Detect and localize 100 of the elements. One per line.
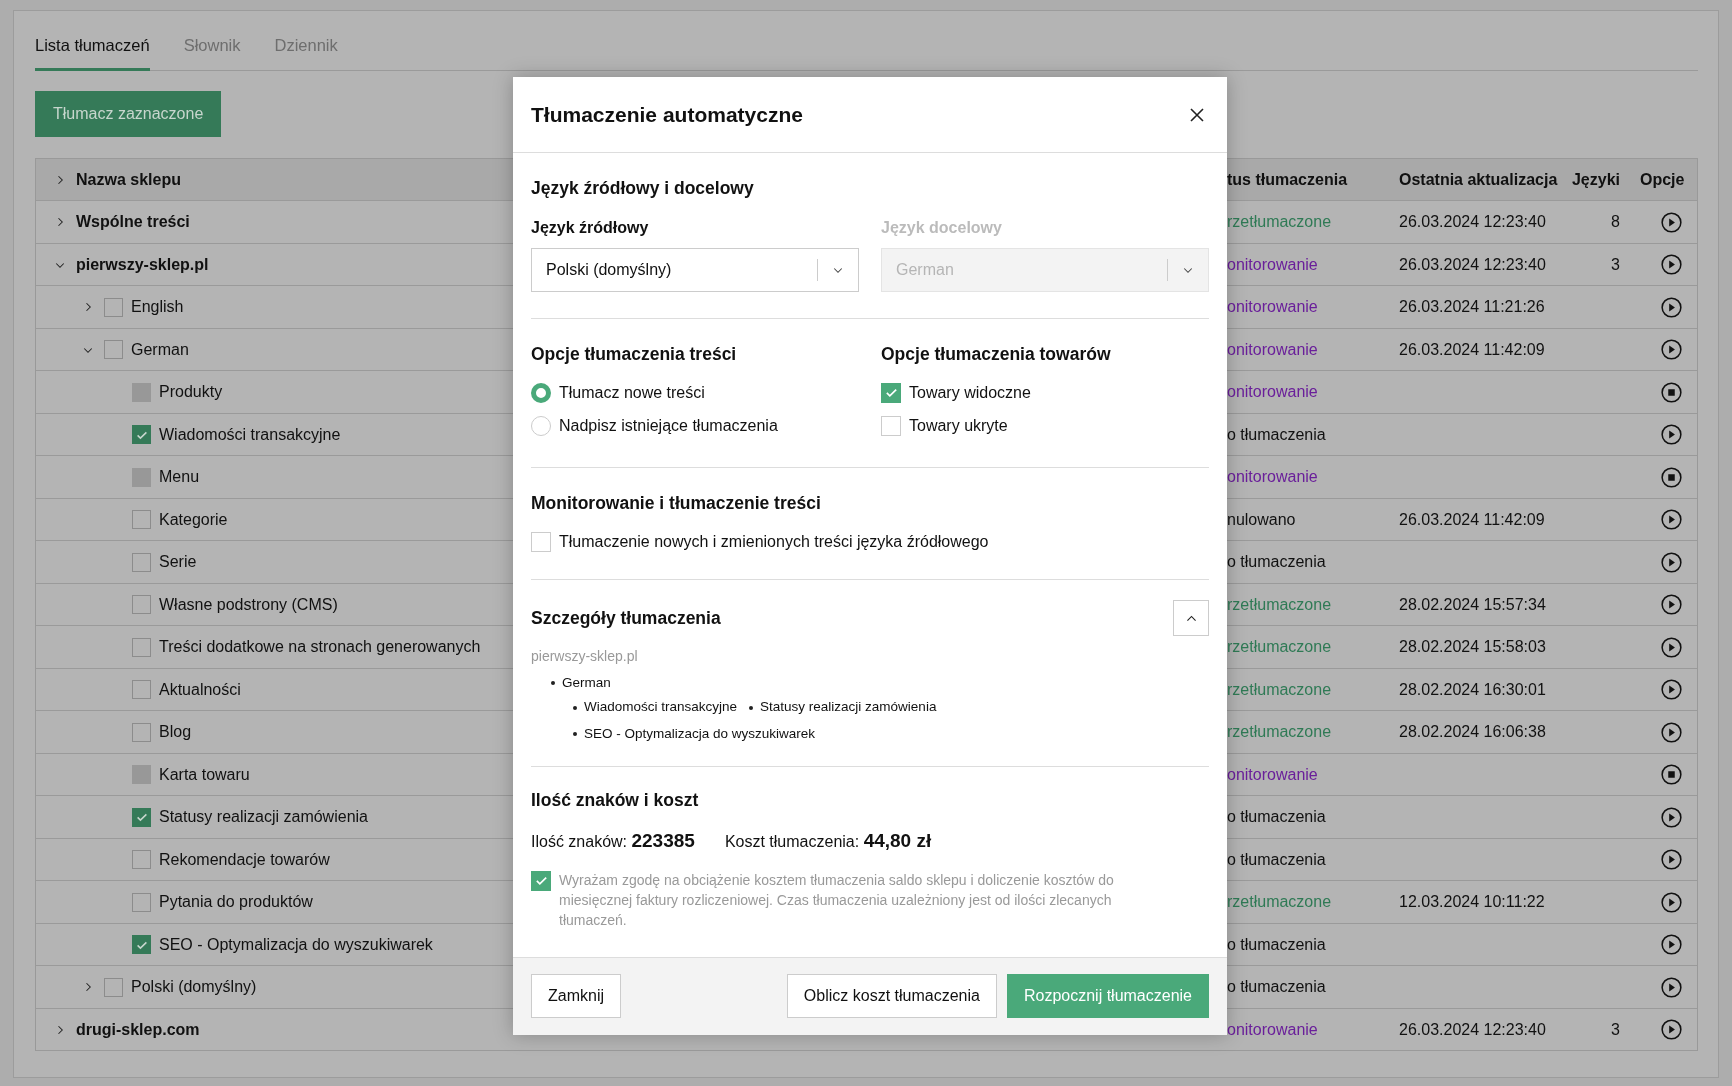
option-label: Tłumaczenie nowych i zmienionych treści języka źródłowego xyxy=(559,532,989,553)
play-icon[interactable] xyxy=(1661,934,1682,955)
tree-label: Wiadomości transakcyjne xyxy=(159,424,341,445)
column-header: Nazwa sklepu xyxy=(76,169,181,190)
tree-label: Produkty xyxy=(159,382,223,402)
checkbox[interactable] xyxy=(132,680,151,699)
checkbox[interactable] xyxy=(132,425,151,444)
date-text: 28.02.2024 15:58:03 xyxy=(1399,638,1546,655)
play-icon[interactable] xyxy=(1661,891,1682,913)
column-header: Języki xyxy=(1571,170,1620,188)
play-icon[interactable] xyxy=(1661,1019,1682,1040)
character-count: Ilość znaków: 223385 xyxy=(531,829,695,854)
date-text: 26.03.2024 12:23:40 xyxy=(1399,1020,1546,1038)
status-text: onitorowanie xyxy=(1227,383,1318,400)
language-count: 3 xyxy=(1611,255,1620,273)
checkbox[interactable] xyxy=(132,637,151,657)
column-header: Ostatnia aktualizacja xyxy=(1399,170,1558,188)
date-text: 26.03.2024 11:42:09 xyxy=(1399,510,1545,528)
checkbox[interactable] xyxy=(531,870,551,891)
status-text: nulowano xyxy=(1227,510,1296,528)
status-text: rzetłumaczone xyxy=(1227,638,1332,655)
status-text: o tłumaczenia xyxy=(1227,978,1326,995)
tree-label: Serie xyxy=(159,552,197,572)
checkbox[interactable] xyxy=(881,382,901,403)
tree-label: Treści dodatkowe na stronach generowanych xyxy=(159,637,481,657)
tree-label: Aktualności xyxy=(159,679,241,700)
language-count: 8 xyxy=(1611,213,1620,230)
language-select[interactable]: Polski (domyślny) xyxy=(531,247,859,292)
date-text: 26.03.2024 12:23:40 xyxy=(1399,213,1546,230)
consent-text: Wyrażam zgodę na obciążenie kosztem tłumaczenia saldo sklepu i doliczenie kosztów do miesięcznej faktury rozliczeniowej. Czas tłumaczenia uzależniony jest od ilości zlecanych tłumaczeń. xyxy=(559,870,1115,931)
tree-label: Kategorie xyxy=(159,509,228,530)
play-icon[interactable] xyxy=(1661,679,1682,700)
section-title: Język źródłowy i docelowy xyxy=(531,177,755,201)
dialog-button[interactable]: Zamknij xyxy=(531,974,621,1019)
checkbox[interactable] xyxy=(132,552,151,572)
status-text: o tłumaczenia xyxy=(1227,850,1326,868)
status-text: rzetłumaczone xyxy=(1227,213,1332,230)
close-icon xyxy=(1189,106,1205,123)
checkbox[interactable] xyxy=(104,977,123,997)
date-text: 12.03.2024 10:11:22 xyxy=(1399,893,1545,910)
checkbox[interactable] xyxy=(132,595,151,614)
tree-label: English xyxy=(131,297,184,317)
play-icon[interactable] xyxy=(1661,254,1682,275)
play-icon[interactable] xyxy=(1661,509,1682,530)
field-label: Język źródłowy xyxy=(531,217,650,238)
status-text: rzetłumaczone xyxy=(1227,893,1332,910)
tree-label: Blog xyxy=(159,722,192,742)
play-icon[interactable] xyxy=(1661,296,1682,318)
checkbox[interactable] xyxy=(104,340,123,359)
play-icon[interactable] xyxy=(1661,594,1682,615)
date-text: 26.03.2024 12:23:40 xyxy=(1399,255,1546,273)
option-label: Tłumacz nowe treści xyxy=(559,382,705,403)
checkbox[interactable] xyxy=(132,510,151,529)
checkbox[interactable] xyxy=(132,850,151,869)
tree-label: SEO - Optymalizacja do wyszukiwarek xyxy=(159,934,433,955)
date-text: 28.02.2024 15:57:34 xyxy=(1399,595,1546,613)
tab[interactable]: Lista tłumaczeń xyxy=(35,33,150,71)
date-text: 28.02.2024 16:30:01 xyxy=(1399,680,1546,698)
status-text: rzetłumaczone xyxy=(1227,680,1332,698)
option-label: Nadpisz istniejące tłumaczenia xyxy=(559,415,778,436)
date-text: 28.02.2024 16:06:38 xyxy=(1399,723,1546,740)
section-title: Ilość znaków i koszt xyxy=(531,788,700,812)
language-count: 3 xyxy=(1611,1020,1620,1038)
status-text: onitorowanie xyxy=(1227,255,1318,273)
language-name: German xyxy=(562,674,611,693)
option-label: Towary ukryte xyxy=(909,415,1008,436)
tree-label: Wspólne treści xyxy=(76,212,190,232)
play-icon[interactable] xyxy=(1661,976,1682,998)
tree-label: Własne podstrony (CMS) xyxy=(159,594,338,615)
tree-label: Statusy realizacji zamówienia xyxy=(159,807,368,827)
section-title: Opcje tłumaczenia treści xyxy=(531,342,738,366)
column-header: tus tłumaczenia xyxy=(1227,170,1348,188)
checkbox[interactable] xyxy=(132,722,151,742)
play-icon[interactable] xyxy=(1661,424,1682,445)
tree-label: pierwszy-sklep.pl xyxy=(76,254,209,275)
dialog-button[interactable]: Oblicz koszt tłumaczenia xyxy=(786,974,997,1019)
play-icon[interactable] xyxy=(1661,211,1682,233)
status-text: o tłumaczenia xyxy=(1227,553,1326,570)
section-title: Opcje tłumaczenia towarów xyxy=(881,342,1112,366)
checkbox[interactable] xyxy=(104,297,123,317)
bullet-icon xyxy=(573,731,577,736)
play-icon[interactable] xyxy=(1661,339,1682,360)
section-title: Monitorowanie i tłumaczenie treści xyxy=(531,491,822,515)
content-name: Statusy realizacji zamówienia xyxy=(760,698,937,717)
column-header: Opcje xyxy=(1640,170,1685,188)
checkbox[interactable] xyxy=(132,935,151,954)
section-title: Szczegóły tłumaczenia xyxy=(531,607,721,631)
collapse-toggle[interactable] xyxy=(1173,600,1209,637)
play-icon[interactable] xyxy=(1661,636,1682,658)
bullet-icon xyxy=(573,705,577,710)
play-icon[interactable] xyxy=(1661,806,1682,828)
checkbox[interactable] xyxy=(132,892,151,912)
radio-button[interactable] xyxy=(531,382,551,403)
play-icon[interactable] xyxy=(1661,551,1682,573)
bullet-icon xyxy=(551,681,555,686)
play-icon[interactable] xyxy=(1661,849,1682,870)
language-select: German xyxy=(881,247,1209,292)
status-text: onitorowanie xyxy=(1227,298,1318,315)
play-icon[interactable] xyxy=(1661,721,1682,743)
checkbox[interactable] xyxy=(132,807,151,827)
